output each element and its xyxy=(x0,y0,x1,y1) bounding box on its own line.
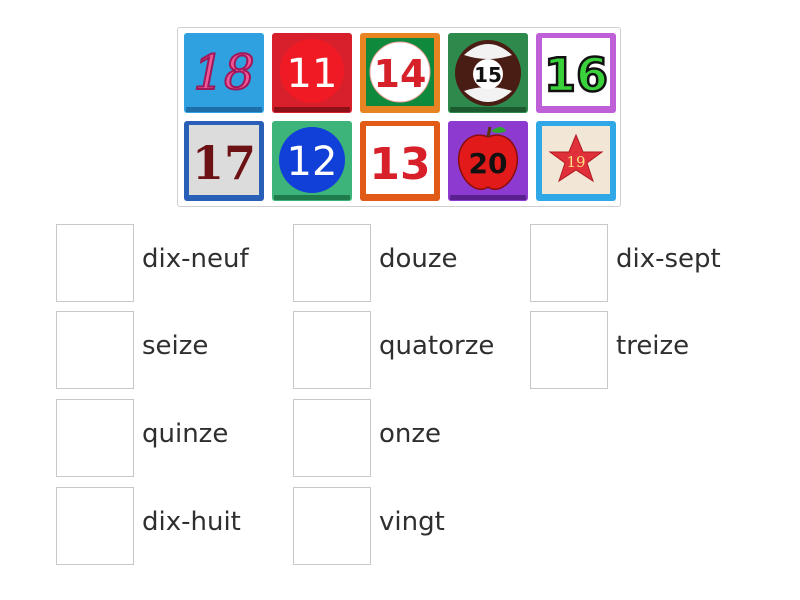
word-label: dix-huit xyxy=(142,507,241,537)
tile-number: 15 xyxy=(474,63,502,87)
number-tile-13[interactable]: 13 xyxy=(360,121,440,201)
word-label: vingt xyxy=(379,507,445,537)
word-label: quatorze xyxy=(379,331,495,361)
tile-number: 20 xyxy=(469,147,508,180)
word-label: onze xyxy=(379,419,442,449)
drop-box-dix-huit[interactable] xyxy=(56,487,134,565)
drop-box-treize[interactable] xyxy=(530,311,608,389)
number-tile-16[interactable]: 16 xyxy=(536,33,616,113)
number-tile-15[interactable]: 15 xyxy=(448,33,528,113)
tile-number: 19 xyxy=(566,153,585,171)
tile-number: 13 xyxy=(369,139,430,190)
number-tile-20[interactable]: 20 xyxy=(448,121,528,201)
word-label: seize xyxy=(142,331,209,361)
tile-number: 16 xyxy=(544,48,608,102)
number-tile-19[interactable]: 19 xyxy=(536,121,616,201)
drop-box-dix-neuf[interactable] xyxy=(56,224,134,302)
drop-box-quinze[interactable] xyxy=(56,399,134,477)
tile-number: 18 xyxy=(193,45,254,101)
word-label: dix-neuf xyxy=(142,244,249,274)
number-tile-17[interactable]: 17 xyxy=(184,121,264,201)
answer-tile-tray: 18 11 14 15 16 17 12 13 20 19 xyxy=(177,27,621,207)
drop-box-douze[interactable] xyxy=(293,224,371,302)
tile-number: 11 xyxy=(287,51,338,97)
drop-box-quatorze[interactable] xyxy=(293,311,371,389)
word-label: dix-sept xyxy=(616,244,721,274)
drop-box-onze[interactable] xyxy=(293,399,371,477)
number-tile-18[interactable]: 18 xyxy=(184,33,264,113)
word-label: douze xyxy=(379,244,458,274)
tile-number: 12 xyxy=(287,139,338,185)
drop-box-vingt[interactable] xyxy=(293,487,371,565)
number-tile-12[interactable]: 12 xyxy=(272,121,352,201)
drop-box-dix-sept[interactable] xyxy=(530,224,608,302)
number-tile-14[interactable]: 14 xyxy=(360,33,440,113)
number-tile-11[interactable]: 11 xyxy=(272,33,352,113)
drop-box-seize[interactable] xyxy=(56,311,134,389)
tile-number: 14 xyxy=(374,52,427,96)
tile-number: 17 xyxy=(192,136,256,190)
word-label: quinze xyxy=(142,419,229,449)
word-label: treize xyxy=(616,331,690,361)
